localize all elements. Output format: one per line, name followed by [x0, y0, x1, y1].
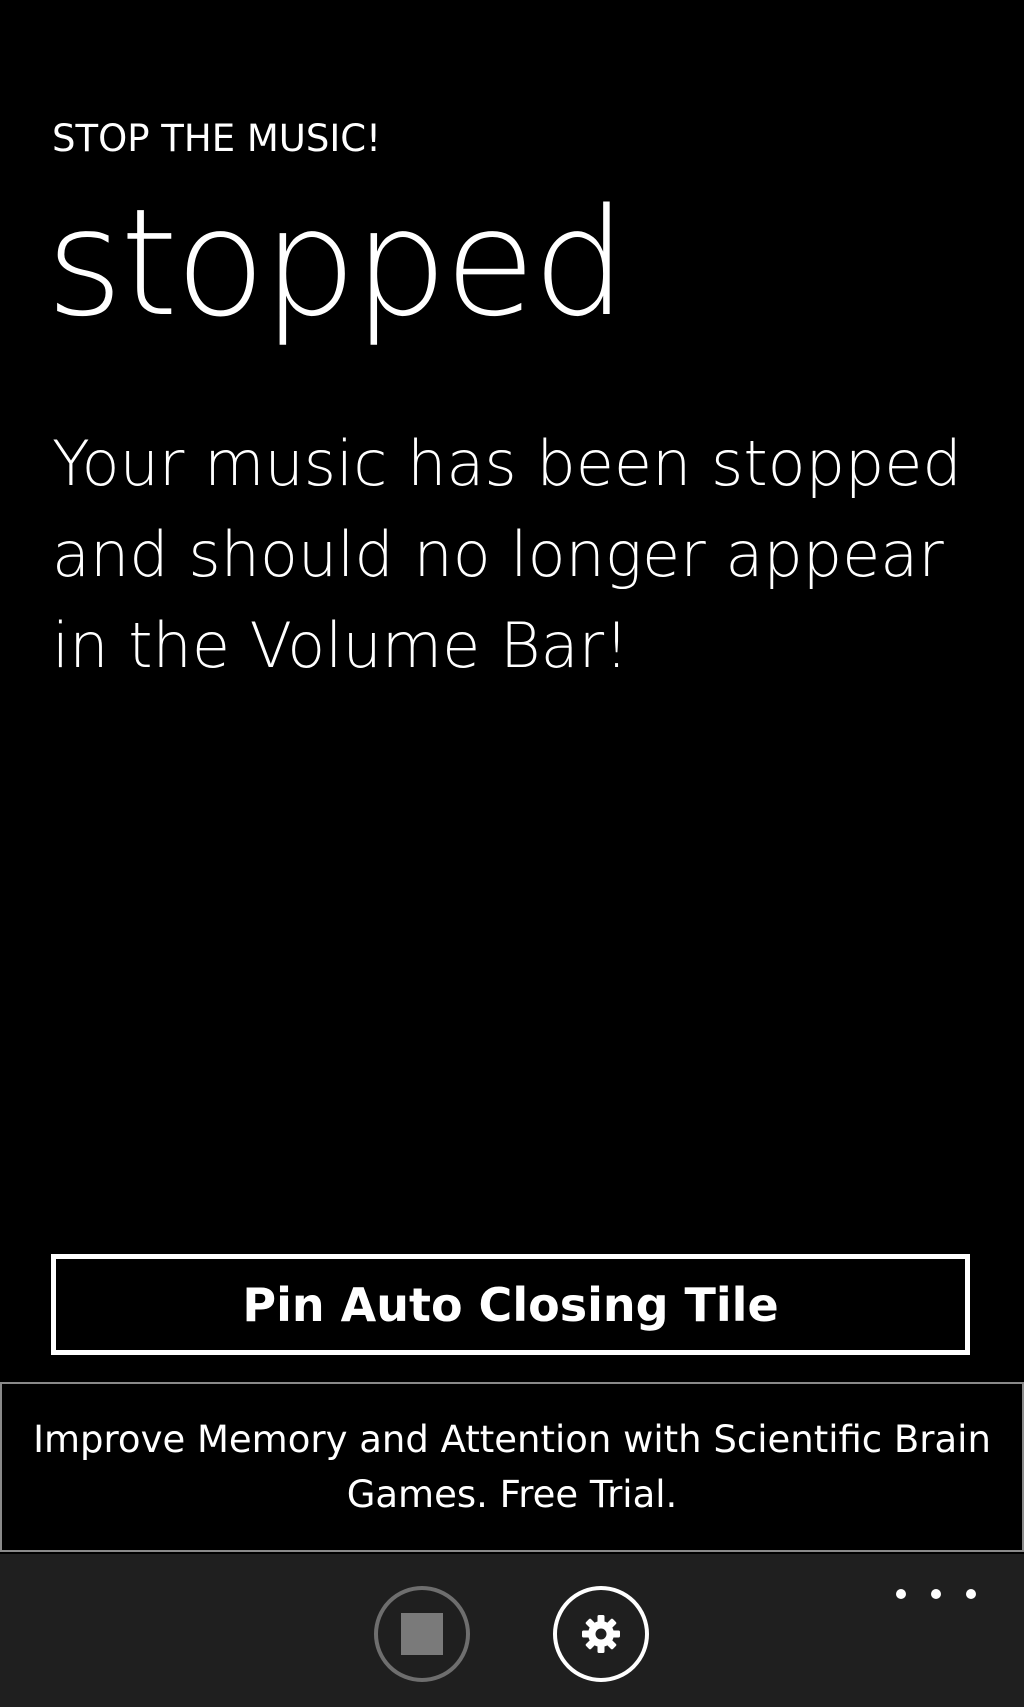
dot: [966, 1589, 976, 1599]
app-bar: [0, 1554, 1024, 1707]
pin-auto-closing-tile-button[interactable]: Pin Auto Closing Tile: [51, 1254, 970, 1355]
app-title: STOP THE MUSIC!: [52, 117, 381, 160]
more-ellipsis-icon[interactable]: [896, 1574, 976, 1614]
status-message: Your music has been stopped and should n…: [52, 427, 962, 682]
settings-button[interactable]: [553, 1586, 649, 1682]
ad-text: Improve Memory and Attention with Scient…: [33, 1418, 991, 1516]
dot: [931, 1589, 941, 1599]
page-title: stopped: [46, 177, 627, 349]
dot: [896, 1589, 906, 1599]
ad-banner[interactable]: Improve Memory and Attention with Scient…: [0, 1382, 1024, 1552]
gear-icon: [582, 1615, 620, 1653]
stop-button[interactable]: [374, 1586, 470, 1682]
stop-icon: [401, 1613, 443, 1655]
